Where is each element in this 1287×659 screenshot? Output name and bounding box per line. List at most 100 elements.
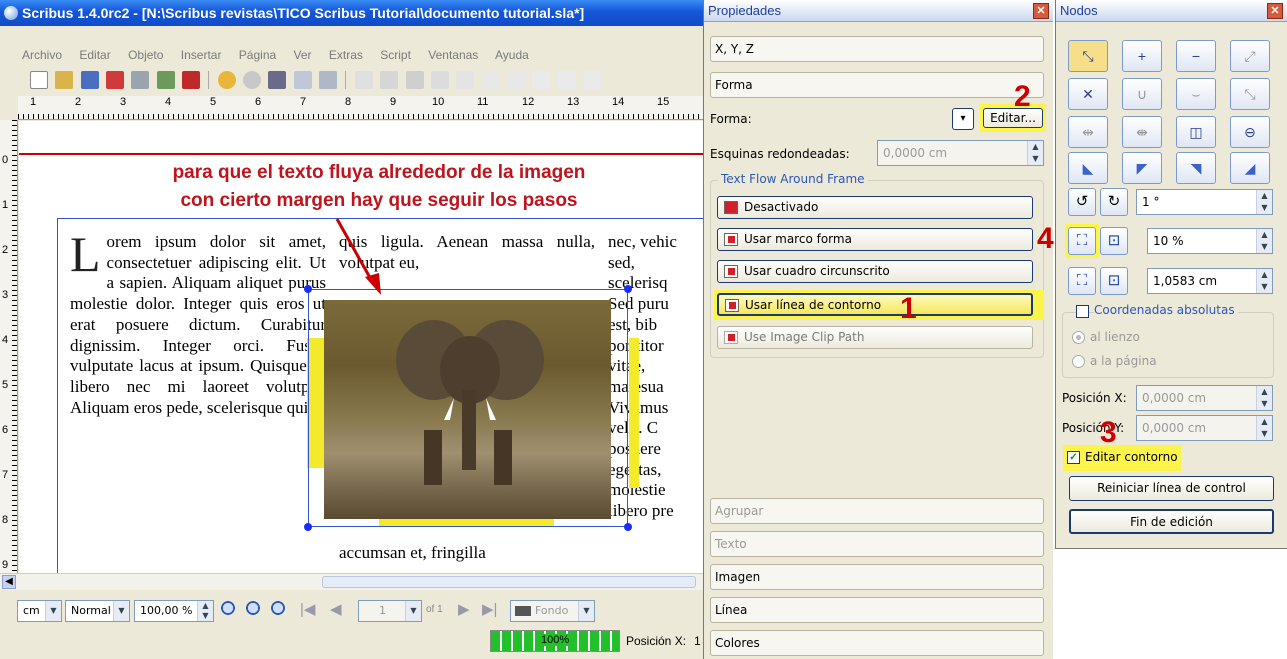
editar-shape-button[interactable]: Editar... bbox=[983, 108, 1043, 128]
line-icon[interactable] bbox=[532, 71, 551, 89]
menu-ayuda[interactable]: Ayuda bbox=[495, 48, 529, 62]
freehand-icon[interactable] bbox=[582, 71, 601, 89]
enlarge-by-size-icon[interactable]: ⛶ bbox=[1068, 267, 1096, 295]
shrink-contour-icon[interactable]: ⊡ bbox=[1100, 227, 1128, 255]
next-page-icon[interactable]: ▶ bbox=[458, 600, 470, 618]
menu-insertar[interactable]: Insertar bbox=[181, 48, 222, 62]
close-document-icon[interactable] bbox=[106, 71, 125, 89]
open-icon[interactable] bbox=[55, 71, 74, 89]
first-page-icon[interactable]: |◀ bbox=[300, 600, 315, 618]
zoom-in-icon[interactable] bbox=[270, 600, 288, 618]
menu-editar[interactable]: Editar bbox=[79, 48, 110, 62]
print-icon[interactable] bbox=[131, 71, 150, 89]
shear-left-icon[interactable]: ◣ bbox=[1068, 152, 1108, 184]
menu-extras[interactable]: Extras bbox=[329, 48, 363, 62]
section-colores[interactable]: Colores bbox=[710, 630, 1044, 656]
mirror-horizontal-icon[interactable]: ◫ bbox=[1176, 116, 1216, 148]
preflight-icon[interactable] bbox=[156, 71, 175, 89]
menu-ver[interactable]: Ver bbox=[294, 48, 312, 62]
horizontal-scrollbar[interactable]: ◀ bbox=[0, 573, 703, 590]
frame-handle[interactable] bbox=[624, 285, 632, 293]
radio-al-lienzo[interactable] bbox=[1072, 331, 1085, 344]
elephant-photo[interactable] bbox=[324, 300, 611, 519]
shear-right-icon[interactable]: ◤ bbox=[1122, 152, 1162, 184]
zoom-out-icon[interactable] bbox=[220, 600, 238, 618]
close-icon[interactable]: ✕ bbox=[1267, 3, 1283, 19]
save-icon[interactable] bbox=[80, 71, 99, 89]
bezier-icon[interactable] bbox=[557, 71, 576, 89]
rotate-left-icon[interactable]: ↺ bbox=[1068, 188, 1096, 216]
page-select[interactable]: 1 ▼ bbox=[358, 600, 422, 622]
reset-control-points-icon[interactable]: ∪ bbox=[1122, 78, 1162, 110]
layer-select[interactable]: Fondo ▼ bbox=[510, 600, 595, 622]
cut-icon[interactable] bbox=[268, 71, 287, 89]
enlarge-contour-icon[interactable]: ⛶ bbox=[1068, 227, 1096, 255]
flow-cuadro-circunscrito-button[interactable]: Usar cuadro circunscrito bbox=[717, 260, 1033, 283]
undo-icon[interactable] bbox=[217, 71, 236, 89]
shape-icon[interactable] bbox=[481, 71, 500, 89]
shape-preview-button[interactable]: ▾ bbox=[952, 108, 974, 130]
zoom-input[interactable]: 100,00 % ▲ ▼ bbox=[134, 600, 214, 622]
independent-control-points-icon[interactable]: ⇹ bbox=[1068, 116, 1108, 148]
new-document-icon[interactable] bbox=[30, 71, 48, 89]
scroll-thumb[interactable] bbox=[322, 576, 696, 588]
scale-size-input[interactable]: 1,0583 cm ▲ ▼ bbox=[1147, 268, 1273, 294]
move-nodes-icon[interactable]: ⤡ bbox=[1068, 40, 1108, 72]
polygon-icon[interactable] bbox=[506, 71, 525, 89]
section-linea[interactable]: Línea bbox=[710, 597, 1044, 623]
redo-icon[interactable] bbox=[243, 71, 262, 89]
render-frame-icon[interactable] bbox=[430, 71, 449, 89]
flow-marco-forma-button[interactable]: Usar marco forma bbox=[717, 228, 1033, 251]
move-control-points-icon[interactable]: ✕ bbox=[1068, 78, 1108, 110]
add-nodes-icon[interactable]: + bbox=[1122, 40, 1162, 72]
symmetric-control-points-icon[interactable]: ⇼ bbox=[1122, 116, 1162, 148]
close-icon[interactable]: ✕ bbox=[1033, 3, 1049, 19]
flow-desactivado-button[interactable]: Desactivado bbox=[717, 196, 1033, 219]
view-mode-select[interactable]: Normal ▼ bbox=[65, 600, 130, 622]
posicion-y-input[interactable]: 0,0000 cm ▲ ▼ bbox=[1136, 415, 1273, 441]
reset-control-line-button[interactable]: Reiniciar línea de control bbox=[1069, 476, 1274, 501]
shear-up-icon[interactable]: ◥ bbox=[1176, 152, 1216, 184]
last-page-icon[interactable]: ▶| bbox=[482, 600, 497, 618]
flow-linea-contorno-button[interactable]: Usar línea de contorno bbox=[717, 293, 1033, 316]
zoom-100-icon[interactable] bbox=[245, 600, 263, 618]
shear-down-icon[interactable]: ◢ bbox=[1230, 152, 1270, 184]
frame-handle[interactable] bbox=[304, 285, 312, 293]
section-texto[interactable]: Texto bbox=[710, 531, 1044, 557]
scroll-left-icon[interactable]: ◀ bbox=[2, 575, 16, 589]
posicion-x-input[interactable]: 0,0000 cm ▲ ▼ bbox=[1136, 385, 1273, 411]
delete-nodes-icon[interactable]: − bbox=[1176, 40, 1216, 72]
menu-ventanas[interactable]: Ventanas bbox=[428, 48, 478, 62]
select-icon[interactable] bbox=[354, 71, 373, 89]
radio-a-la-pagina[interactable] bbox=[1072, 355, 1085, 368]
section-forma[interactable]: Forma bbox=[710, 72, 1044, 98]
menu-archivo[interactable]: Archivo bbox=[22, 48, 62, 62]
paste-icon[interactable] bbox=[319, 71, 338, 89]
export-pdf-icon[interactable] bbox=[182, 71, 201, 89]
absolute-coordinates-checkbox[interactable] bbox=[1076, 305, 1089, 318]
shrink-by-size-icon[interactable]: ⊡ bbox=[1100, 267, 1128, 295]
table-icon[interactable] bbox=[456, 71, 475, 89]
previous-page-icon[interactable]: ◀ bbox=[330, 600, 342, 618]
flow-image-clip-path-button[interactable]: Use Image Clip Path bbox=[717, 326, 1033, 349]
esquinas-input[interactable]: 0,0000 cm ▲ ▼ bbox=[877, 140, 1044, 166]
reset-this-control-point-icon[interactable]: ⌣ bbox=[1176, 78, 1216, 110]
end-edit-button[interactable]: Fin de edición bbox=[1069, 509, 1274, 534]
rotate-right-icon[interactable]: ↻ bbox=[1100, 188, 1128, 216]
unit-select[interactable]: cm ▼ bbox=[17, 600, 62, 622]
section-imagen[interactable]: Imagen bbox=[710, 564, 1044, 590]
mirror-vertical-icon[interactable]: ⊖ bbox=[1230, 116, 1270, 148]
section-agrupar[interactable]: Agrupar bbox=[710, 498, 1044, 524]
split-path-icon[interactable]: ⤢ bbox=[1230, 40, 1270, 72]
image-frame-icon[interactable] bbox=[405, 71, 424, 89]
menu-script[interactable]: Script bbox=[380, 48, 411, 62]
frame-handle[interactable] bbox=[304, 523, 312, 531]
close-path-icon[interactable]: ⤡ bbox=[1230, 78, 1270, 110]
copy-icon[interactable] bbox=[293, 71, 312, 89]
scale-percent-input[interactable]: 10 % ▲ ▼ bbox=[1147, 228, 1273, 254]
menu-pagina[interactable]: Página bbox=[239, 48, 276, 62]
editar-contorno-checkbox[interactable]: ✓ bbox=[1067, 451, 1080, 464]
rotate-angle-input[interactable]: 1 ° ▲ ▼ bbox=[1136, 189, 1273, 215]
menu-objeto[interactable]: Objeto bbox=[128, 48, 163, 62]
text-frame-icon[interactable] bbox=[380, 71, 399, 89]
